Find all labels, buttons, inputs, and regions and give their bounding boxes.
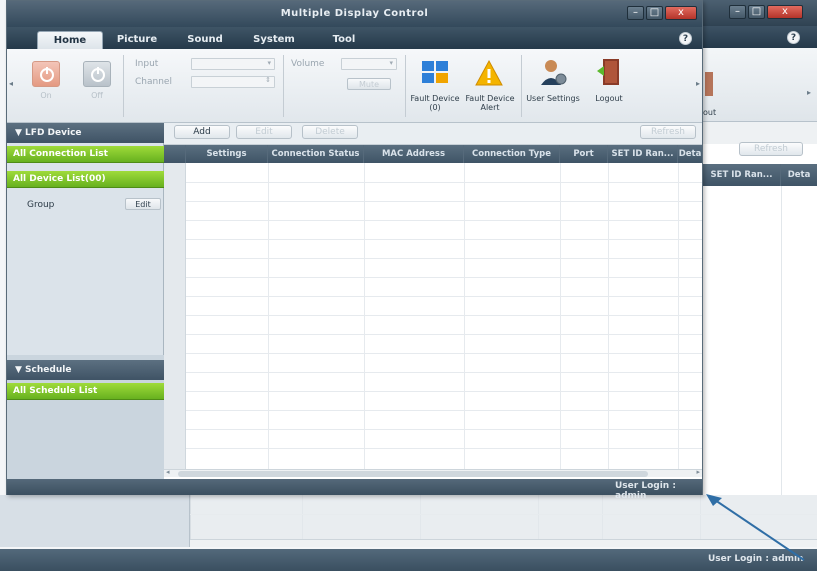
device-grid-area: Add Edit Delete Refresh Settings Connect… <box>164 123 702 479</box>
grid-lines <box>186 163 702 469</box>
column-connection-status[interactable]: Connection Status <box>268 145 364 163</box>
user-login-status: User Login : admin <box>615 481 676 501</box>
fault-device-label: Fault Device <box>410 94 460 103</box>
power-on-icon <box>40 67 54 82</box>
bg-logout-icon <box>705 72 713 96</box>
group-label: Group <box>27 200 55 210</box>
fault-alert-label: Fault Device <box>465 94 515 103</box>
column-settings[interactable]: Settings <box>186 145 268 163</box>
ribbon-tab-bar: Home Picture Sound System Tool ? <box>7 27 702 49</box>
power-on-button[interactable] <box>32 61 60 87</box>
bg-column-detail[interactable]: Deta <box>781 164 817 186</box>
ribbon-separator <box>405 55 406 117</box>
title-bar: Multiple Display Control – □ x <box>7 1 702 27</box>
ribbon-scroll-left-icon[interactable]: ◂ <box>9 79 13 88</box>
column-port[interactable]: Port <box>560 145 608 163</box>
window-title: Multiple Display Control <box>280 8 429 19</box>
tab-sound[interactable]: Sound <box>175 31 235 49</box>
ribbon-separator <box>521 55 522 117</box>
stepper-icon: ⇕ <box>265 76 271 84</box>
bg-help-icon[interactable]: ? <box>787 31 800 44</box>
background-grid: Refresh SET ID Ran... Deta <box>703 122 817 542</box>
column-mac-address[interactable]: MAC Address <box>364 145 464 163</box>
scroll-left-icon[interactable]: ◂ <box>166 468 170 476</box>
all-connection-list-item[interactable]: All Connection List <box>7 146 164 163</box>
bg-ribbon-label: out <box>703 108 717 117</box>
volume-label: Volume <box>291 59 325 69</box>
column-connection-type[interactable]: Connection Type <box>464 145 560 163</box>
background-tabbar: ? <box>703 26 817 48</box>
main-window: Multiple Display Control – □ x Home Pict… <box>6 0 703 501</box>
power-off-icon <box>91 67 105 82</box>
schedule-header[interactable]: ▼ Schedule <box>7 360 164 380</box>
ribbon-separator <box>123 55 124 117</box>
input-select[interactable]: ▾ <box>191 58 275 70</box>
channel-label: Channel <box>135 77 172 87</box>
maximize-button[interactable]: □ <box>646 6 663 20</box>
bg-refresh-button[interactable]: Refresh <box>739 142 803 156</box>
ribbon: ◂ On Off Input ▾ Channel ⇕ Volume ▾ Mute <box>7 49 702 123</box>
power-off-button[interactable] <box>83 61 111 87</box>
tab-tool[interactable]: Tool <box>313 31 375 49</box>
help-icon[interactable]: ? <box>679 32 692 45</box>
scroll-right-icon[interactable]: ▸ <box>696 468 700 476</box>
edit-button[interactable]: Edit <box>236 125 292 139</box>
warning-icon[interactable] <box>475 59 503 87</box>
bg-ribbon-scroll-right-icon[interactable]: ▸ <box>807 88 811 97</box>
status-bar: User Login : admin <box>7 479 702 501</box>
fault-device-count: (0) <box>429 103 441 112</box>
bg-minimize-button[interactable]: – <box>729 5 746 19</box>
input-label: Input <box>135 59 159 69</box>
fault-device-icon[interactable] <box>421 59 449 85</box>
logout-icon[interactable] <box>595 57 623 87</box>
user-settings-label: User Settings <box>526 94 580 103</box>
refresh-button[interactable]: Refresh <box>640 125 696 139</box>
chevron-down-icon: ▾ <box>389 59 393 67</box>
column-detail[interactable]: Deta <box>678 145 702 163</box>
channel-stepper[interactable]: ⇕ <box>191 76 275 88</box>
left-panel: ▼ LFD Device All Connection List All Dev… <box>7 123 164 479</box>
background-titlebar: – □ x <box>703 0 817 26</box>
close-button[interactable]: x <box>665 6 697 20</box>
power-on-label: On <box>40 91 52 100</box>
group-edit-button[interactable]: Edit <box>125 198 161 210</box>
background-left-panel <box>0 495 190 547</box>
horizontal-scrollbar[interactable]: ◂ ▸ <box>164 468 702 477</box>
user-settings-icon[interactable] <box>539 57 567 87</box>
mute-button[interactable]: Mute <box>347 78 391 90</box>
background-status-bar: User Login : admin <box>0 549 817 571</box>
bg-column-setid[interactable]: SET ID Ran... <box>703 164 781 186</box>
scrollbar-thumb[interactable] <box>178 471 648 477</box>
chevron-down-icon: ▾ <box>267 59 271 67</box>
lfd-device-header[interactable]: ▼ LFD Device <box>7 123 164 143</box>
ribbon-separator <box>283 55 284 117</box>
ribbon-scroll-right-icon[interactable]: ▸ <box>696 79 700 88</box>
minimize-button[interactable]: – <box>627 6 644 20</box>
grid-body[interactable] <box>164 163 702 469</box>
volume-select[interactable]: ▾ <box>341 58 397 70</box>
all-schedule-list-item[interactable]: All Schedule List <box>7 383 164 400</box>
delete-button[interactable]: Delete <box>302 125 358 139</box>
tab-home[interactable]: Home <box>37 31 103 49</box>
bg-maximize-button[interactable]: □ <box>748 5 765 19</box>
background-ribbon: out ▸ <box>703 48 817 122</box>
tab-system[interactable]: System <box>243 31 305 49</box>
logout-label: Logout <box>595 94 623 103</box>
all-device-list-item[interactable]: All Device List(00) <box>7 171 164 188</box>
tab-picture[interactable]: Picture <box>107 31 167 49</box>
column-set-id-range[interactable]: SET ID Ran... <box>608 145 678 163</box>
fault-alert-sublabel: Alert <box>480 103 500 112</box>
add-button[interactable]: Add <box>174 125 230 139</box>
annotation-arrow <box>706 494 805 561</box>
bg-close-button[interactable]: x <box>767 5 803 19</box>
power-off-label: Off <box>91 91 103 100</box>
column-select <box>164 145 186 163</box>
